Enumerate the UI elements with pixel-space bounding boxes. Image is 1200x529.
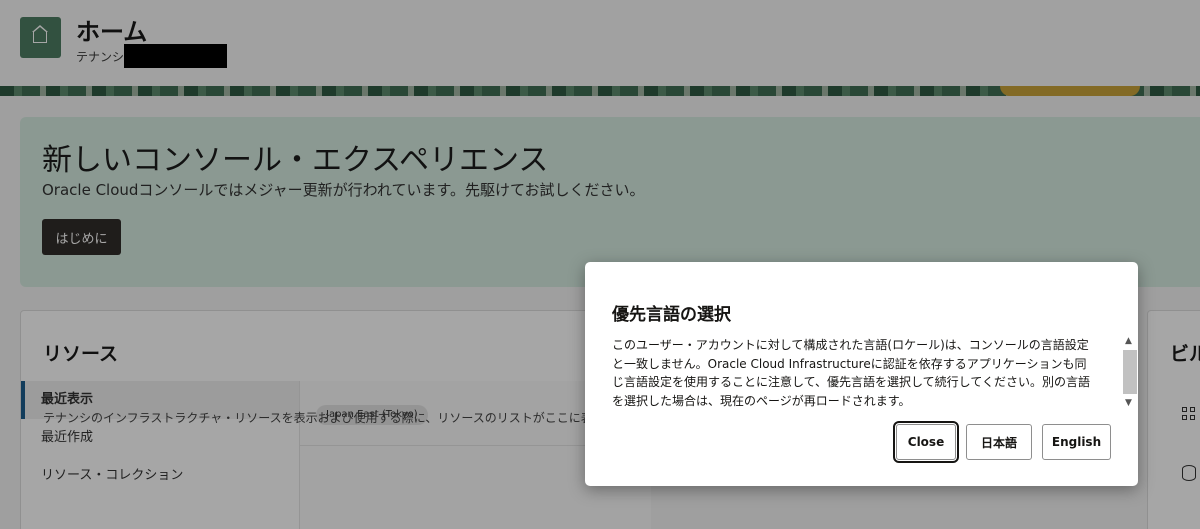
scroll-down-icon[interactable]: ▼ [1125, 398, 1132, 408]
dialog-body: このユーザー・アカウントに対して構成された言語(ロケール)は、コンソールの言語設… [612, 338, 1090, 408]
scroll-thumb[interactable] [1123, 350, 1137, 394]
dialog-title: 優先言語の選択 [612, 305, 731, 325]
japanese-button[interactable]: 日本語 [966, 424, 1032, 460]
close-button[interactable]: Close [893, 421, 959, 463]
scroll-up-icon[interactable]: ▲ [1125, 336, 1132, 346]
dialog-scrollbar[interactable]: ▲ ▼ [1122, 336, 1137, 410]
language-preference-dialog: 優先言語の選択 このユーザー・アカウントに対して構成された言語(ロケール)は、コ… [585, 262, 1138, 486]
english-button[interactable]: English [1042, 424, 1111, 460]
